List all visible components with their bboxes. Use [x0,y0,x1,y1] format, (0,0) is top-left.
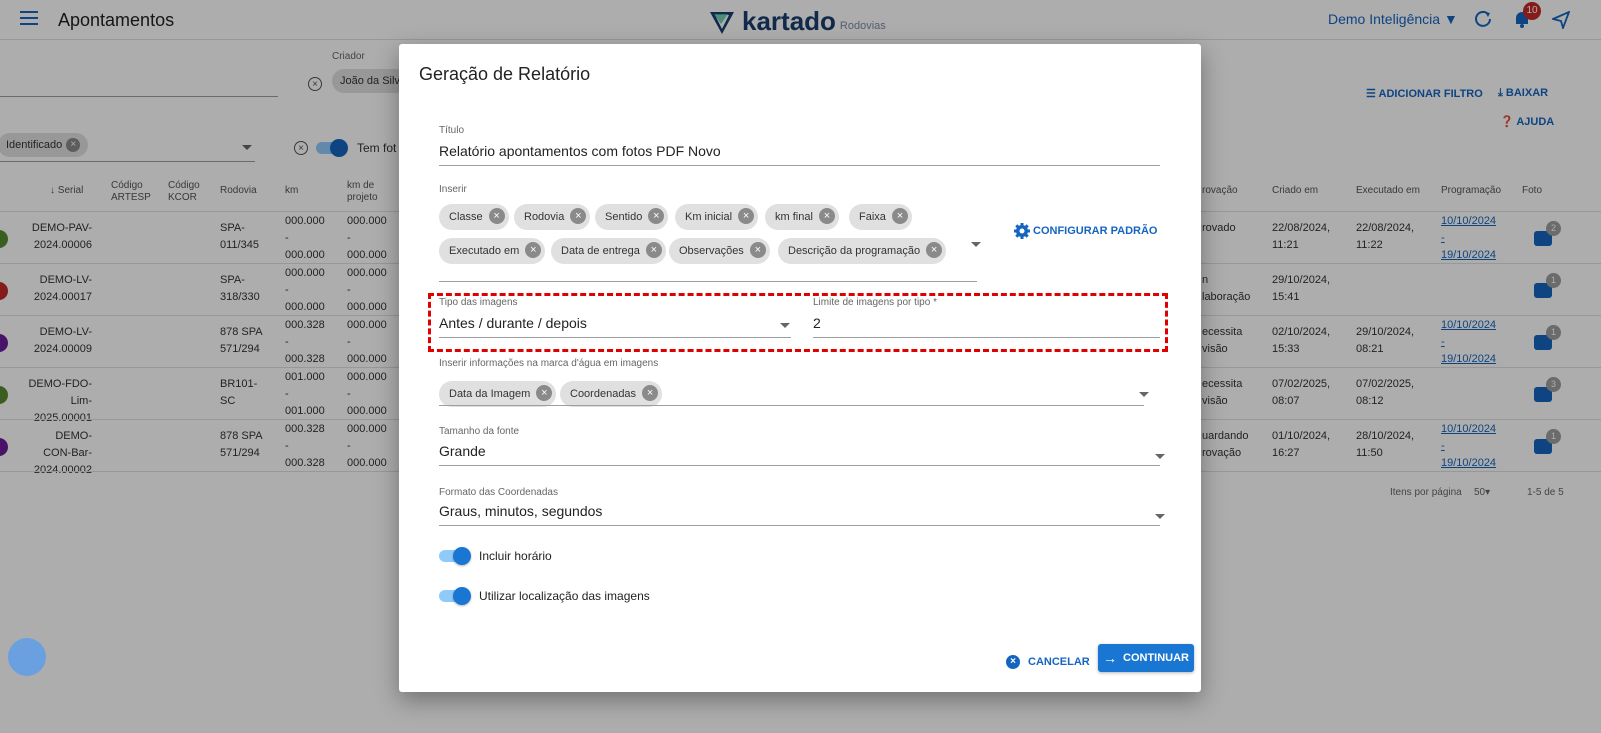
watermark-label: Inserir informações na marca d'água em i… [439,358,659,369]
watermark-chip-label: Coordenadas [570,388,637,400]
insert-chip-label: km final [775,211,813,223]
watermark-chip[interactable]: Data da Imagem × [439,381,557,407]
cancel-button[interactable]: × CANCELAR [1006,650,1090,674]
insert-chip-label: Descrição da programação [788,245,921,257]
insert-dropdown-icon[interactable] [971,242,981,247]
insert-chip[interactable]: Descrição da programação × [778,238,947,264]
remove-chip-icon[interactable]: × [570,208,587,225]
remove-chip-icon[interactable]: × [648,208,665,225]
insert-chip[interactable]: Classe × [439,204,509,230]
coord-format-dropdown-icon[interactable] [1155,514,1165,519]
image-limit-input[interactable]: 2 [813,315,821,331]
insert-chip[interactable]: Observações × [669,238,770,264]
insert-chip[interactable]: Executado em × [439,238,546,264]
font-size-label: Tamanho da fonte [439,426,520,437]
insert-chip[interactable]: Rodovia × [514,204,591,230]
remove-chip-icon[interactable]: × [891,208,908,225]
cancel-label: CANCELAR [1028,656,1090,668]
coord-format-select[interactable]: Graus, minutos, segundos [439,503,602,519]
watermark-chip[interactable]: Coordenadas × [560,381,663,407]
insert-chip[interactable]: Km inicial × [675,204,759,230]
remove-chip-icon[interactable]: × [488,208,505,225]
gear-icon [1014,223,1030,239]
report-generation-dialog: Geração de Relatório Título Relatório ap… [399,44,1201,692]
title-field[interactable]: Relatório apontamentos com fotos PDF Nov… [439,143,721,159]
remove-chip-icon[interactable]: × [749,242,766,259]
configure-default-button[interactable]: CONFIGURAR PADRÃO [1013,222,1157,240]
watermark-chip-label: Data da Imagem [449,388,531,400]
title-field-label: Título [439,125,465,136]
insert-chip[interactable]: Data de entrega × [551,238,666,264]
remove-chip-icon[interactable]: × [926,242,943,259]
title-underline [439,165,1160,166]
image-type-select[interactable]: Antes / durante / depois [439,315,587,331]
insert-chip[interactable]: km final × [765,204,839,230]
remove-chip-icon[interactable]: × [738,208,755,225]
configure-default-label: CONFIGURAR PADRÃO [1033,225,1158,237]
font-size-select[interactable]: Grande [439,443,486,459]
remove-chip-icon[interactable]: × [536,385,553,402]
font-size-underline [439,465,1160,466]
cancel-icon: × [1006,655,1020,669]
insert-chip-label: Data de entrega [561,245,640,257]
image-type-underline [439,337,791,338]
image-limit-label: Limite de imagens por tipo * [813,297,937,308]
remove-chip-icon[interactable]: × [642,385,659,402]
insert-field-label: Inserir [439,184,467,195]
image-type-label: Tipo das imagens [439,297,518,308]
coord-format-label: Formato das Coordenadas [439,487,558,498]
insert-chip-label: Sentido [605,211,643,223]
watermark-underline [439,405,1144,406]
insert-chip-label: Km inicial [685,211,733,223]
insert-chip-label: Classe [449,211,483,223]
remove-chip-icon[interactable]: × [525,242,542,259]
insert-chip[interactable]: Faixa × [849,204,912,230]
insert-chip[interactable]: Sentido × [595,204,669,230]
insert-chip-label: Faixa [859,211,886,223]
dialog-title: Geração de Relatório [419,64,591,84]
image-limit-underline [813,337,1160,338]
use-image-location-toggle[interactable] [439,587,471,605]
coord-format-underline [439,525,1160,526]
arrow-right-icon: → [1103,650,1117,666]
insert-chip-label: Rodovia [524,211,565,223]
font-size-dropdown-icon[interactable] [1155,454,1165,459]
include-time-toggle[interactable] [439,547,471,565]
use-image-location-label: Utilizar localização das imagens [479,589,650,603]
insert-chip-label: Observações [679,245,744,257]
include-time-label: Incluir horário [479,549,552,563]
image-type-dropdown-icon[interactable] [780,323,790,328]
insert-chip-label: Executado em [449,245,520,257]
watermark-dropdown-icon[interactable] [1139,392,1149,397]
continue-button[interactable]: → CONTINUAR [1098,644,1194,672]
remove-chip-icon[interactable]: × [645,242,662,259]
continue-label: CONTINUAR [1123,652,1189,664]
insert-underline [439,281,977,282]
remove-chip-icon[interactable]: × [818,208,835,225]
chat-fab-button[interactable] [8,638,46,676]
